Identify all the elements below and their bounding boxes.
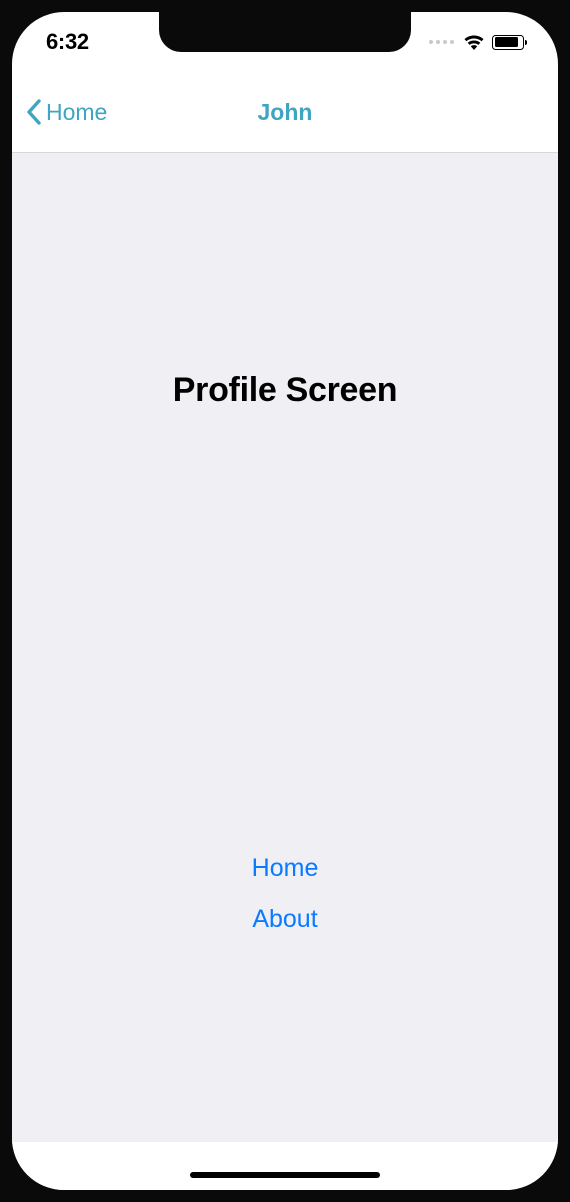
nav-links: Home About (252, 854, 319, 934)
notch (159, 12, 411, 52)
back-button[interactable]: Home (26, 72, 107, 152)
about-link[interactable]: About (252, 905, 317, 934)
status-time: 6:32 (46, 29, 89, 55)
content-area: Profile Screen Home About (12, 153, 558, 1142)
home-indicator[interactable] (190, 1172, 380, 1178)
wifi-icon (463, 34, 485, 50)
back-label: Home (46, 99, 107, 126)
cellular-dots-icon (429, 40, 455, 45)
battery-icon (492, 35, 524, 50)
nav-bar: Home John (12, 72, 558, 153)
page-title: Profile Screen (173, 371, 397, 410)
home-link[interactable]: Home (252, 854, 319, 883)
battery-fill (495, 37, 518, 47)
home-indicator-area (12, 1142, 558, 1190)
nav-title: John (258, 99, 313, 126)
device-frame: 6:32 Home (0, 0, 570, 1202)
status-right (429, 34, 525, 50)
chevron-left-icon (26, 99, 42, 125)
screen: 6:32 Home (12, 12, 558, 1190)
